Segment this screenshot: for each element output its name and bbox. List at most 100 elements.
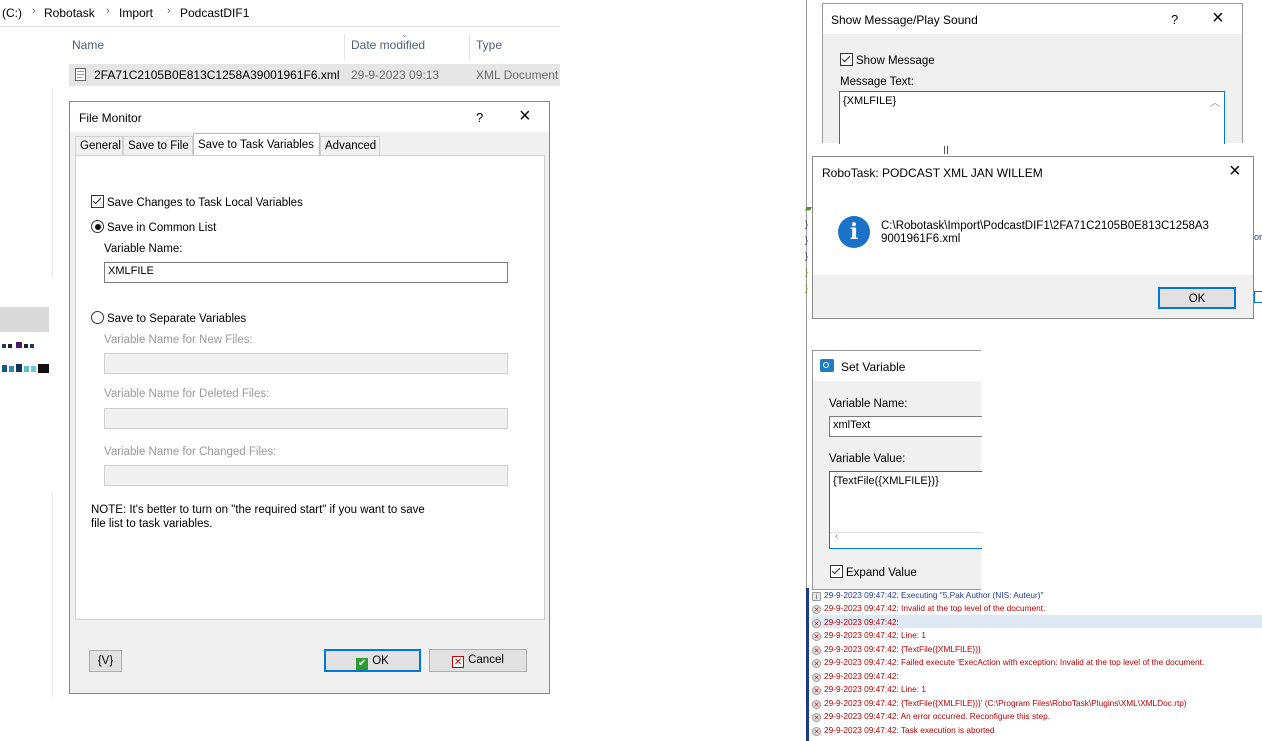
log-row[interactable]: ✕ 29-9-2023 09:47:42: {TextFile({XMLFILE}… bbox=[812, 643, 981, 656]
insert-variable-label: {V} bbox=[97, 655, 114, 667]
ok-label: OK bbox=[372, 655, 389, 667]
error-log-icon: ✕ bbox=[812, 713, 821, 722]
breadcrumb-import[interactable]: Import bbox=[119, 6, 153, 20]
checkbox-checked-icon bbox=[91, 195, 104, 208]
variable-name-input[interactable]: XMLFILE bbox=[104, 262, 508, 283]
variable-value-label: Variable Value: bbox=[829, 453, 906, 465]
column-label: Name bbox=[72, 38, 105, 52]
dialog-title: Set Variable bbox=[841, 360, 906, 374]
expand-value-label: Expand Value bbox=[846, 567, 917, 579]
file-type: XML Document bbox=[476, 68, 559, 82]
log-text: 29-9-2023 09:47:42: bbox=[824, 616, 899, 627]
log-row[interactable]: ✕ 29-9-2023 09:47:42: bbox=[812, 616, 899, 629]
log-text: 29-9-2023 09:47:42: {TextFile({XMLFILE})… bbox=[824, 643, 981, 654]
tab-save-to-task-variables[interactable]: Save to Task Variables bbox=[193, 133, 320, 155]
file-monitor-dialog: File Monitor ? × General Save to File Sa… bbox=[69, 101, 550, 694]
column-divider[interactable] bbox=[469, 34, 470, 60]
info-log-icon: i bbox=[812, 592, 821, 601]
save-changes-checkbox[interactable]: Save Changes to Task Local Variables bbox=[91, 195, 303, 209]
message-ok-button[interactable]: OK bbox=[1158, 287, 1236, 309]
deleted-files-input[interactable] bbox=[104, 408, 508, 429]
error-log-icon: ✕ bbox=[812, 672, 821, 682]
column-header-name[interactable]: Name bbox=[72, 36, 344, 60]
file-name: 2FA71C2105B0E813C1258A39001961F6.xml bbox=[94, 68, 340, 82]
save-separate-label: Save to Separate Variables bbox=[107, 313, 247, 325]
log-row[interactable]: ✕ 29-9-2023 09:47:42: Invalid at the top … bbox=[812, 602, 1045, 615]
column-divider[interactable] bbox=[344, 34, 345, 60]
variable-value-text: {TextFile({XMLFILE})} bbox=[833, 475, 939, 487]
chevron-right-icon: › bbox=[106, 5, 110, 17]
help-button[interactable]: ? bbox=[476, 110, 483, 125]
log-text: 29-9-2023 09:47:42: Failed execute 'Exec… bbox=[824, 657, 1205, 667]
log-text: 29-9-2023 09:47:42: Line: 1 bbox=[824, 630, 926, 640]
tab-general[interactable]: General bbox=[75, 136, 123, 155]
log-row[interactable]: ✕ 29-9-2023 09:47:42: Task execution is a… bbox=[812, 724, 995, 737]
column-header-type[interactable]: Type bbox=[476, 36, 560, 60]
column-header-date[interactable]: Date modified ⌄ bbox=[351, 29, 463, 60]
chevron-right-icon: › bbox=[167, 5, 171, 17]
note-line-1: NOTE: It's better to turn on "the requir… bbox=[91, 504, 425, 516]
close-icon[interactable]: × bbox=[1229, 160, 1241, 183]
message-text-area[interactable]: {XMLFILE} ︿ bbox=[839, 91, 1225, 144]
file-row[interactable]: 2FA71C2105B0E813C1258A39001961F6.xml 29-… bbox=[69, 64, 560, 86]
variable-name-label: Variable Name: bbox=[829, 398, 908, 410]
tab-advanced[interactable]: Advanced bbox=[320, 136, 380, 155]
log-row[interactable]: ✕ 29-9-2023 09:47:42: Line: 1 bbox=[812, 629, 926, 642]
variable-value-area[interactable]: {TextFile({XMLFILE})} ‹ bbox=[829, 471, 982, 549]
variable-name-input[interactable]: xmlText bbox=[829, 416, 982, 437]
breadcrumb-drive[interactable]: (C:) bbox=[2, 6, 22, 20]
changed-files-input[interactable] bbox=[104, 465, 508, 486]
log-text: 29-9-2023 09:47:42: Invalid at the top l… bbox=[824, 603, 1046, 613]
new-files-input[interactable] bbox=[104, 353, 508, 374]
close-icon[interactable]: × bbox=[519, 105, 531, 128]
save-changes-label: Save Changes to Task Local Variables bbox=[107, 197, 303, 209]
breadcrumb-robotask[interactable]: Robotask bbox=[44, 6, 95, 20]
tab-save-to-file[interactable]: Save to File bbox=[123, 136, 193, 155]
message-box-title: RoboTask: PODCAST XML JAN WILLEM bbox=[822, 166, 1043, 180]
set-variable-icon bbox=[820, 359, 834, 372]
log-row[interactable]: ✕ 29-9-2023 09:47:42: Line: 1 bbox=[812, 683, 926, 696]
save-common-radio[interactable]: Save in Common List bbox=[91, 220, 216, 234]
save-separate-radio[interactable]: Save to Separate Variables bbox=[91, 311, 246, 325]
log-row[interactable]: ✕ 29-9-2023 09:47:42: Failed execute 'Exe… bbox=[812, 656, 1204, 669]
message-line-2: 9001961F6.xml bbox=[881, 233, 961, 245]
log-row[interactable]: i 29-9-2023 09:47:42: Executing "5.Pak Au… bbox=[812, 589, 1043, 602]
error-log-icon: ✕ bbox=[812, 618, 821, 628]
tab-strip: General Save to File Save to Task Variab… bbox=[75, 133, 545, 156]
close-icon[interactable]: × bbox=[1212, 7, 1224, 30]
cancel-button[interactable]: ✕ Cancel bbox=[429, 649, 527, 672]
help-button[interactable]: ? bbox=[1171, 12, 1178, 27]
ok-button[interactable]: ✔ OK bbox=[324, 649, 421, 672]
message-ok-label: OK bbox=[1188, 293, 1206, 305]
log-text: 29-9-2023 09:47:42: Line: 1 bbox=[824, 684, 926, 694]
cancel-x-icon: ✕ bbox=[452, 656, 465, 668]
scroll-up-icon[interactable]: ︿ bbox=[1210, 94, 1220, 109]
note-line-2: file list to task variables. bbox=[91, 518, 213, 530]
breadcrumb-podcastdif1[interactable]: PodcastDIF1 bbox=[180, 6, 249, 20]
dialog-title: Show Message/Play Sound bbox=[831, 13, 978, 27]
log-text: 29-9-2023 09:47:42: Task execution is ab… bbox=[824, 724, 995, 735]
background-marker bbox=[947, 146, 948, 154]
changed-files-label: Variable Name for Changed Files: bbox=[104, 446, 277, 458]
message-text-value: {XMLFILE} bbox=[843, 95, 897, 107]
dialog-titlebar: File Monitor ? × bbox=[70, 102, 549, 132]
horizontal-scrollbar[interactable] bbox=[830, 532, 982, 549]
checkmark-icon: ✔ bbox=[356, 658, 369, 670]
deleted-files-label: Variable Name for Deleted Files: bbox=[104, 388, 270, 400]
variable-name-label: Variable Name: bbox=[104, 243, 183, 255]
insert-variable-button[interactable]: {V} bbox=[89, 650, 122, 672]
error-log-icon: ✕ bbox=[812, 686, 821, 695]
right-frame-accent bbox=[806, 588, 809, 741]
expand-value-checkbox[interactable]: Expand Value bbox=[830, 565, 917, 579]
radio-selected-icon bbox=[91, 220, 104, 233]
show-message-checkbox[interactable]: Show Message bbox=[840, 53, 935, 67]
log-text: 29-9-2023 09:47:42: bbox=[824, 670, 899, 681]
log-row[interactable]: ✕ 29-9-2023 09:47:42: An error occurred. … bbox=[812, 710, 1050, 723]
log-text: 29-9-2023 09:47:42: {TextFile({XMLFILE})… bbox=[824, 697, 1187, 708]
log-row[interactable]: ✕ 29-9-2023 09:47:42: {TextFile({XMLFILE}… bbox=[812, 697, 1187, 710]
message-text-label: Message Text: bbox=[840, 76, 914, 88]
explorer-breadcrumb: (C:) › Robotask › Import › PodcastDIF1 bbox=[0, 0, 560, 27]
info-icon: i bbox=[838, 216, 870, 248]
background-fragment bbox=[1254, 291, 1262, 303]
log-row[interactable]: ✕ 29-9-2023 09:47:42: bbox=[812, 670, 899, 683]
